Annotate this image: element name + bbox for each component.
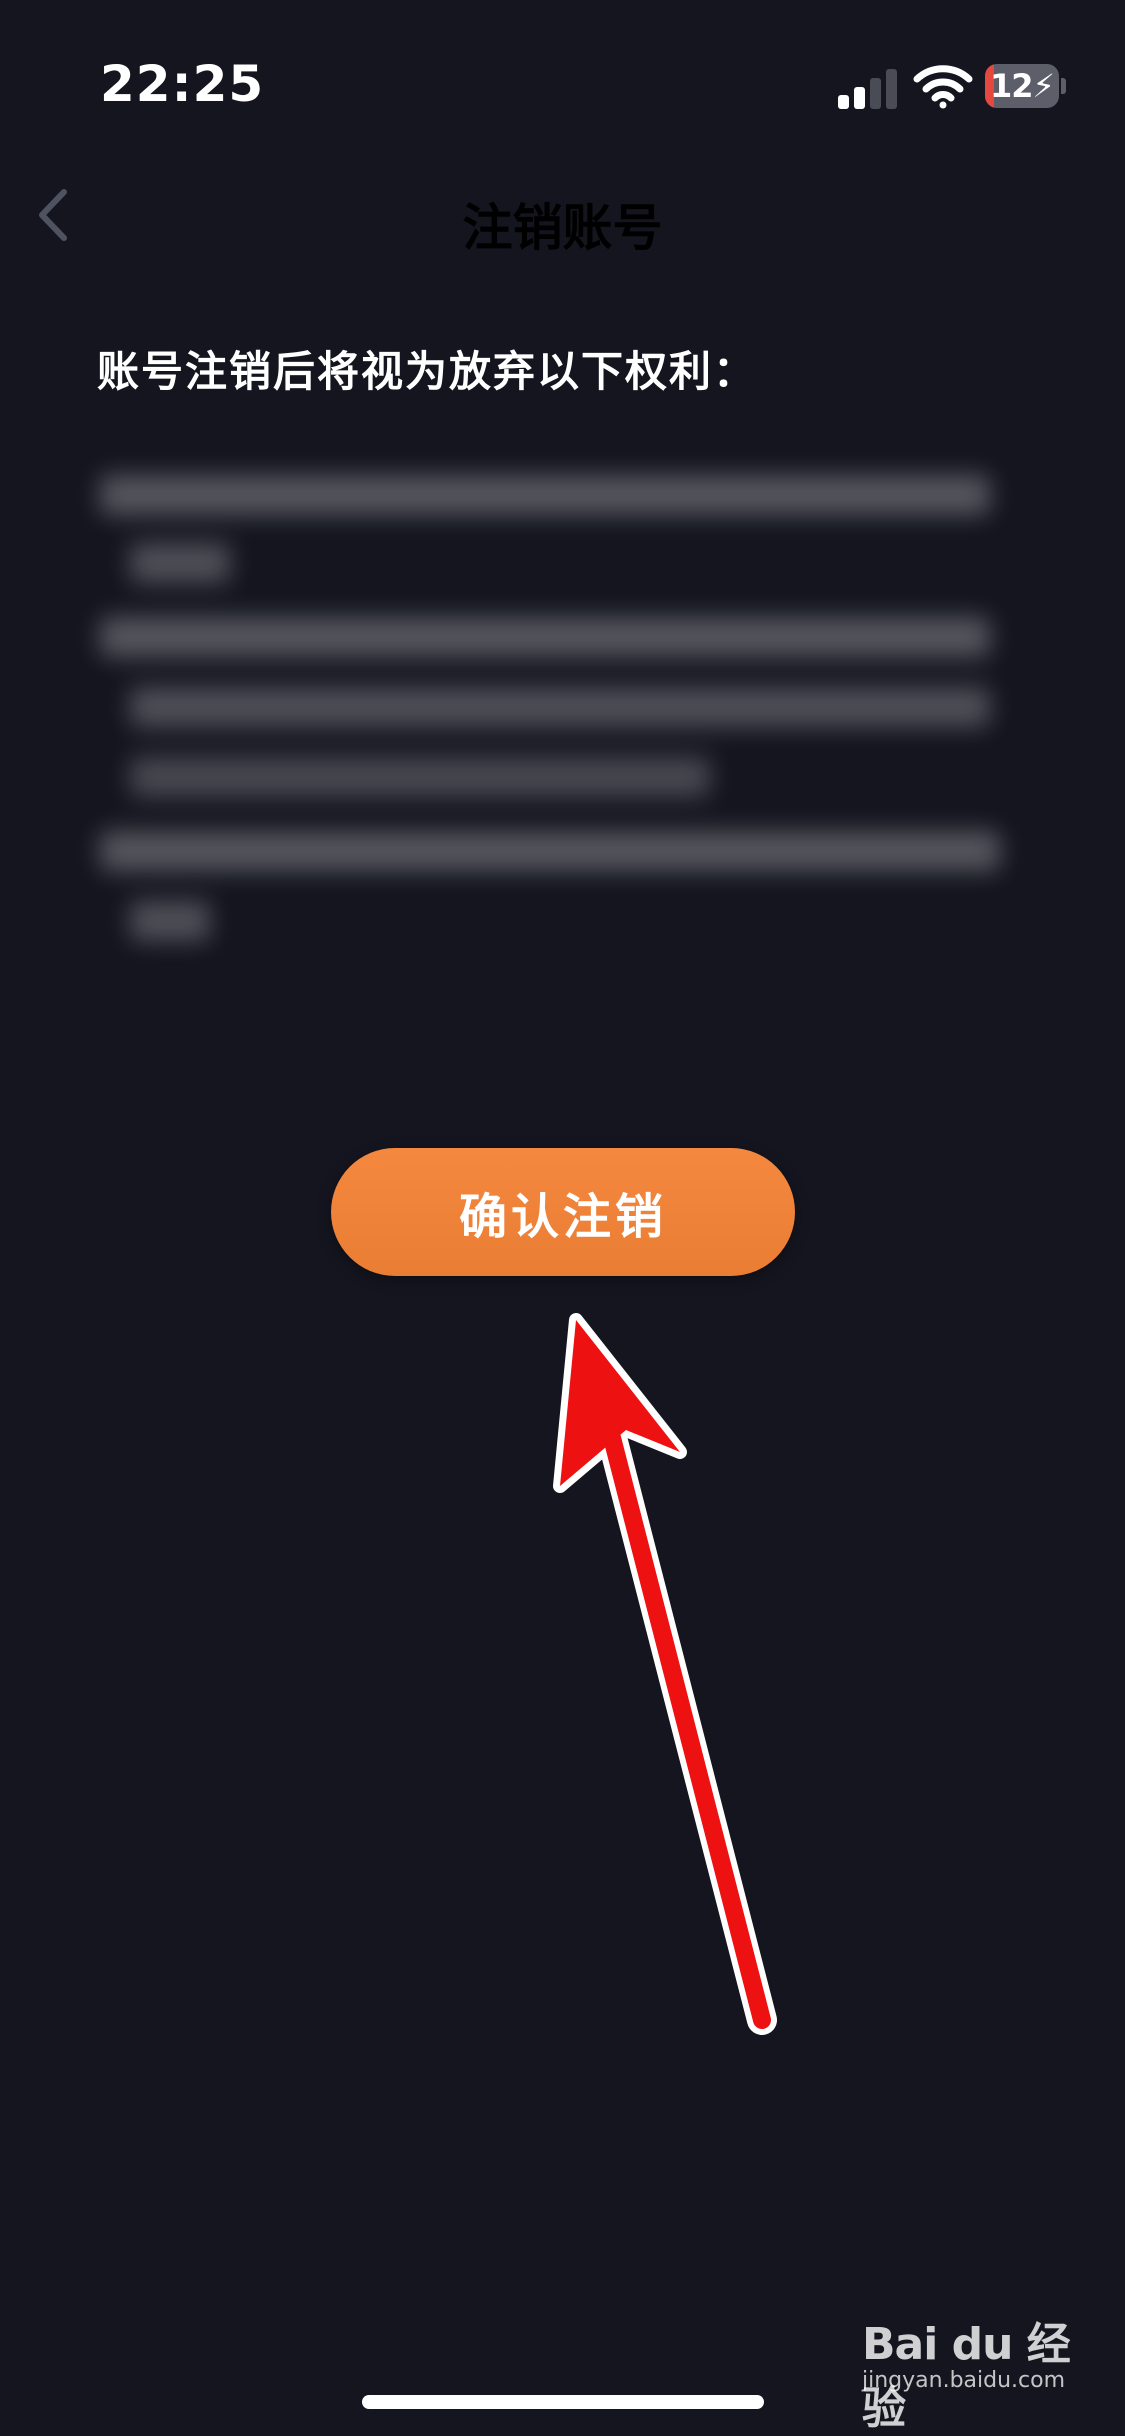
rights-list-blurred [100, 455, 1010, 941]
intro-text: 账号注销后将视为放弃以下权利： [97, 347, 758, 396]
confirm-cancel-account-button[interactable]: 确认注销 [331, 1148, 795, 1276]
signal-icon [838, 67, 898, 109]
battery-level: 12⚡ [990, 67, 1055, 105]
baidu-jingyan-watermark: Bai du 经验 jingyan.baidu.com [862, 2308, 1072, 2434]
list-item [100, 617, 1010, 797]
list-item [100, 831, 1010, 941]
page-title: 注销账号 [462, 199, 663, 257]
nav-bar: 注销账号 [0, 160, 1125, 270]
status-time: 22:25 [100, 55, 265, 113]
list-item [100, 475, 1010, 583]
wifi-icon [913, 65, 973, 109]
status-bar: 22:25 12⚡ [0, 0, 1125, 150]
battery-charging-icon: 12⚡ [985, 64, 1067, 108]
watermark-url: jingyan.baidu.com [862, 2368, 1066, 2393]
annotation-arrow-icon [553, 1313, 777, 2035]
home-indicator[interactable] [362, 2395, 764, 2409]
